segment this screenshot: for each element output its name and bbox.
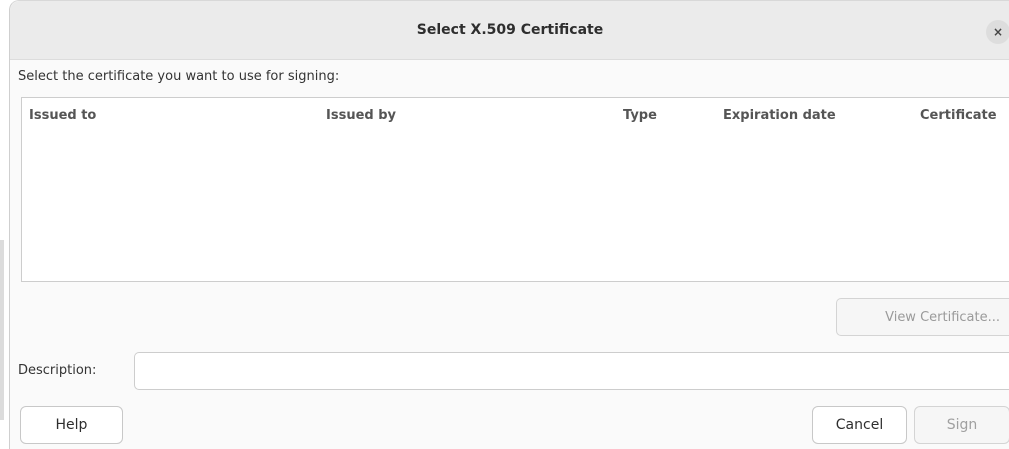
- close-icon: ×: [992, 25, 1004, 39]
- column-header-certificate[interactable]: Certificate: [920, 108, 997, 123]
- dialog-title: Select X.509 Certificate: [416, 22, 604, 38]
- view-certificate-button[interactable]: View Certificate...: [836, 298, 1009, 336]
- description-input[interactable]: [134, 352, 1009, 390]
- help-button[interactable]: Help: [20, 406, 123, 444]
- sign-button[interactable]: Sign: [914, 406, 1009, 444]
- cancel-button[interactable]: Cancel: [812, 406, 907, 444]
- column-header-type[interactable]: Type: [623, 108, 657, 123]
- select-certificate-dialog: Select X.509 Certificate × Select the ce…: [9, 0, 1009, 449]
- column-header-issued-by[interactable]: Issued by: [326, 108, 396, 123]
- title-bar: Select X.509 Certificate ×: [10, 1, 1009, 60]
- description-label: Description:: [18, 363, 97, 378]
- close-button[interactable]: ×: [986, 20, 1009, 44]
- background-window-edge: [0, 240, 4, 420]
- instruction-label: Select the certificate you want to use f…: [18, 69, 340, 84]
- certificate-table[interactable]: Issued to Issued by Type Expiration date…: [21, 97, 1009, 282]
- column-header-expiration-date[interactable]: Expiration date: [723, 108, 836, 123]
- column-header-issued-to[interactable]: Issued to: [29, 108, 96, 123]
